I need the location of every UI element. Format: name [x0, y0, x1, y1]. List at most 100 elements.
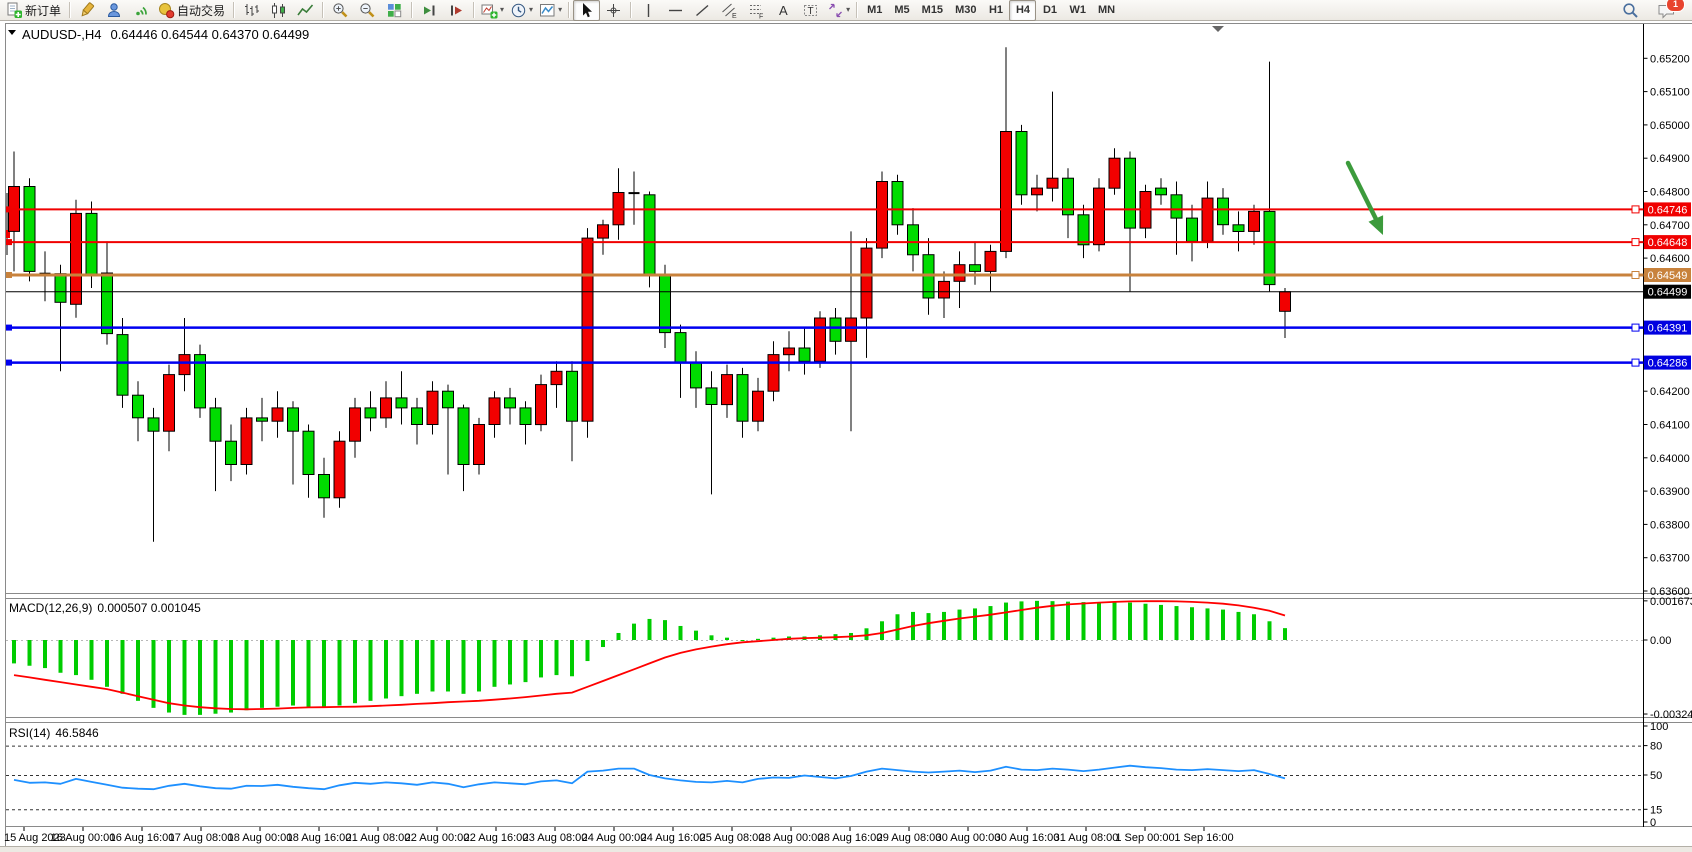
macd-histogram-bar: [927, 613, 931, 640]
price-tick-label: 0.64100: [1650, 420, 1690, 432]
tf-w1-button[interactable]: W1: [1063, 0, 1092, 21]
templates-button[interactable]: ▾: [536, 0, 565, 21]
tf-m5-button[interactable]: M5: [888, 0, 915, 21]
tf-h1-button[interactable]: H1: [982, 0, 1009, 21]
periods-button[interactable]: ▾: [507, 0, 536, 21]
styles-button[interactable]: [74, 0, 101, 21]
toolbar-separator: [568, 2, 570, 18]
shapes-button[interactable]: ▾: [824, 0, 853, 21]
date-label: 18 Aug 16:00: [287, 832, 352, 844]
macd-histogram-bar: [1175, 606, 1179, 640]
autotrading-button[interactable]: 自动交易: [155, 0, 230, 21]
macd-histogram-bar: [74, 640, 78, 675]
tf-mn-button[interactable]: MN: [1092, 0, 1121, 21]
tile-windows-button[interactable]: [381, 0, 408, 21]
line-handle[interactable]: [6, 206, 12, 212]
toolbar-separator: [630, 2, 632, 18]
macd-histogram-bar: [198, 640, 202, 715]
price-tick-label: 0.63700: [1650, 553, 1690, 565]
crosshair-button[interactable]: [600, 0, 627, 21]
macd-histogram-bar: [477, 640, 481, 691]
dropdown-caret-icon: ▾: [846, 6, 850, 14]
chart-shift-icon: [448, 2, 465, 19]
line-handle[interactable]: [1632, 272, 1639, 279]
macd-label: MACD(12,26,9)0.000507 0.001045: [9, 601, 201, 615]
macd-histogram-bar: [136, 640, 140, 701]
tf-m30-button[interactable]: M30: [949, 0, 982, 21]
autotrading-button-label: 自动交易: [177, 2, 227, 19]
candle: [24, 178, 35, 281]
bar-chart-button[interactable]: [238, 0, 265, 21]
label-button[interactable]: T: [797, 0, 824, 21]
zoom-out-button[interactable]: [354, 0, 381, 21]
macd-histogram-bar: [756, 639, 760, 640]
chart-title: AUDUSD-,H40.64446 0.64544 0.64370 0.6449…: [22, 27, 309, 42]
line-handle[interactable]: [1632, 324, 1639, 331]
candle-chart-button[interactable]: [265, 0, 292, 21]
shapes-icon: [827, 2, 844, 19]
line-handle[interactable]: [1632, 239, 1639, 246]
channel-button[interactable]: E: [716, 0, 743, 21]
cursor-button[interactable]: [573, 0, 600, 21]
macd-histogram-bar: [865, 628, 869, 640]
tf-h4-button[interactable]: H4: [1009, 0, 1036, 21]
macd-histogram-bar: [958, 610, 962, 640]
date-label: 16 Aug 16:00: [110, 832, 175, 844]
macd-histogram-bar: [524, 640, 528, 682]
date-label: 29 Aug 08:00: [877, 832, 942, 844]
svg-text:E: E: [732, 13, 737, 19]
vline-button[interactable]: [635, 0, 662, 21]
tf-m1-button[interactable]: M1: [861, 0, 888, 21]
macd-histogram-bar: [307, 640, 311, 707]
trendline-button[interactable]: [689, 0, 716, 21]
rsi-axis-label: 80: [1650, 741, 1662, 753]
line-chart-button[interactable]: [292, 0, 319, 21]
line-handle[interactable]: [1632, 359, 1639, 366]
date-label: 16 Aug 00:00: [51, 832, 116, 844]
search-button[interactable]: [1617, 0, 1644, 21]
macd-histogram-bar: [12, 640, 16, 663]
macd-axis-label: -0.003249: [1650, 709, 1692, 721]
chart-shift-button[interactable]: [443, 0, 470, 21]
macd-histogram-bar: [1252, 614, 1256, 640]
chart-area[interactable]: 0.647460.646480.645490.643910.642860.644…: [0, 21, 1692, 852]
tf-m5-button-label: M5: [891, 4, 912, 16]
price-tick-label: 0.63800: [1650, 519, 1690, 531]
price-tick-label: 0.65000: [1650, 120, 1690, 132]
macd-histogram-bar: [1113, 602, 1117, 640]
bar-chart-icon: [243, 2, 260, 19]
line-handle[interactable]: [6, 360, 12, 366]
toolbar-separator: [322, 2, 324, 18]
signals-button[interactable]: [128, 0, 155, 21]
line-handle[interactable]: [1632, 206, 1639, 213]
fibonacci-button[interactable]: F: [743, 0, 770, 21]
market-watch-button[interactable]: [101, 0, 128, 21]
line-handle[interactable]: [6, 272, 12, 278]
svg-text:A: A: [779, 3, 788, 18]
date-label: 22 Aug 00:00: [405, 832, 470, 844]
indicators-button[interactable]: ▾: [478, 0, 507, 21]
macd-histogram-bar: [1159, 605, 1163, 640]
candle: [877, 172, 888, 259]
line-handle[interactable]: [6, 239, 12, 245]
notifications-button[interactable]: 1: [1652, 0, 1679, 21]
macd-histogram-bar: [493, 640, 497, 687]
macd-histogram-bar: [539, 640, 543, 677]
macd-histogram-bar: [1190, 607, 1194, 640]
line-handle[interactable]: [6, 325, 12, 331]
date-label: 18 Aug 00:00: [228, 832, 293, 844]
tile-windows-icon: [386, 2, 403, 19]
candle: [1094, 178, 1105, 251]
text-button[interactable]: A: [770, 0, 797, 21]
tf-d1-button[interactable]: D1: [1036, 0, 1063, 21]
new-order-button-label: 新订单: [25, 2, 63, 19]
macd-histogram-bar: [260, 640, 264, 708]
tf-m15-button[interactable]: M15: [916, 0, 949, 21]
line-chart-icon: [297, 2, 314, 19]
hline-button[interactable]: [662, 0, 689, 21]
new-order-button[interactable]: 新订单: [3, 0, 66, 21]
zoom-in-button[interactable]: [327, 0, 354, 21]
macd-histogram-bar: [431, 640, 435, 691]
date-label: 25 Aug 08:00: [700, 832, 765, 844]
auto-scroll-button[interactable]: [416, 0, 443, 21]
